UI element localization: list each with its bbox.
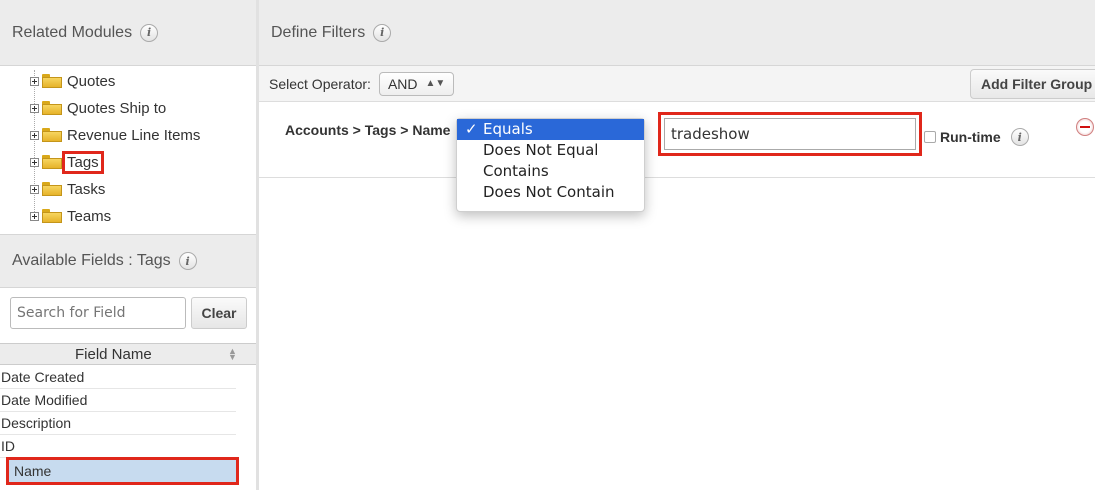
expand-icon[interactable] bbox=[30, 76, 39, 86]
tree-item-tags[interactable]: Tags bbox=[30, 150, 104, 174]
expand-icon[interactable] bbox=[30, 184, 39, 194]
add-filter-group-button[interactable]: Add Filter Group bbox=[970, 69, 1095, 99]
available-fields-header: Available Fields : Tags i bbox=[0, 234, 256, 288]
info-icon[interactable]: i bbox=[178, 252, 197, 270]
tree-item-label: Tasks bbox=[67, 180, 106, 198]
info-icon[interactable]: i bbox=[140, 23, 159, 42]
folder-icon bbox=[42, 182, 62, 196]
tree-item-revenue-line-items[interactable]: Revenue Line Items bbox=[30, 125, 200, 145]
field-row-name[interactable]: Name bbox=[6, 457, 239, 485]
runtime-checkbox[interactable] bbox=[924, 131, 936, 143]
clear-button[interactable]: Clear bbox=[191, 297, 247, 329]
expand-icon[interactable] bbox=[30, 103, 39, 113]
field-label: ID bbox=[1, 438, 15, 454]
define-filters-header: Define Filters i bbox=[259, 0, 1095, 66]
tree-item-quotes[interactable]: Quotes bbox=[30, 71, 115, 91]
field-search-input[interactable] bbox=[10, 297, 186, 329]
related-modules-header: Related Modules i bbox=[0, 0, 256, 66]
expand-icon[interactable] bbox=[30, 157, 39, 167]
select-arrows-icon: ▲▼ bbox=[425, 78, 446, 89]
filter-field-path: Accounts > Tags > Name bbox=[285, 122, 451, 138]
field-row-date-modified[interactable]: Date Modified bbox=[0, 389, 236, 412]
runtime-option: Run-time i bbox=[924, 128, 1029, 146]
operator-label: Select Operator: bbox=[269, 75, 371, 92]
menu-option-label: Contains bbox=[483, 162, 549, 180]
info-icon[interactable]: i bbox=[1010, 128, 1029, 146]
folder-icon bbox=[42, 101, 62, 115]
column-header-label: Field Name bbox=[75, 345, 152, 363]
filter-operator-menu: ✓ Equals Does Not Equal Contains Does No… bbox=[456, 118, 645, 212]
runtime-label: Run-time bbox=[940, 129, 1001, 145]
field-label: Date Created bbox=[1, 369, 85, 385]
define-filters-title: Define Filters bbox=[271, 23, 366, 41]
tree-item-label: Teams bbox=[67, 207, 112, 225]
folder-icon bbox=[42, 128, 62, 142]
tree-item-label: Quotes Ship to bbox=[67, 99, 167, 117]
related-modules-title: Related Modules bbox=[12, 23, 133, 41]
field-label: Name bbox=[14, 463, 52, 479]
expand-icon[interactable] bbox=[30, 130, 39, 140]
folder-icon bbox=[42, 155, 62, 169]
filter-row: Accounts > Tags > Name Run-time i bbox=[259, 102, 1095, 178]
folder-icon bbox=[42, 74, 62, 88]
operator-bar: Select Operator: AND ▲▼ Add Filter Group bbox=[259, 66, 1095, 102]
field-row-id[interactable]: ID bbox=[0, 435, 236, 458]
tree-item-label: Quotes bbox=[67, 72, 116, 90]
menu-option-label: Does Not Contain bbox=[483, 183, 615, 201]
info-icon[interactable]: i bbox=[373, 23, 392, 42]
operator-value: AND bbox=[387, 75, 418, 92]
folder-icon bbox=[42, 209, 62, 223]
tree-item-tasks[interactable]: Tasks bbox=[30, 179, 105, 199]
menu-option-does-not-equal[interactable]: Does Not Equal bbox=[457, 140, 644, 161]
sort-icon[interactable]: ▲ ▼ bbox=[228, 347, 237, 362]
field-label: Description bbox=[1, 415, 72, 431]
tree-item-label: Revenue Line Items bbox=[67, 126, 201, 144]
expand-icon[interactable] bbox=[30, 211, 39, 221]
available-fields-title: Available Fields : Tags bbox=[12, 252, 171, 269]
tree-item-quotes-ship-to[interactable]: Quotes Ship to bbox=[30, 98, 166, 118]
field-label: Date Modified bbox=[1, 392, 88, 408]
filter-value-input[interactable] bbox=[664, 118, 916, 150]
menu-option-label: Equals bbox=[483, 120, 533, 138]
field-name-column-header[interactable]: Field Name ▲ ▼ bbox=[0, 343, 256, 365]
menu-option-does-not-contain[interactable]: Does Not Contain bbox=[457, 182, 644, 203]
remove-filter-icon[interactable] bbox=[1076, 118, 1094, 136]
menu-option-label: Does Not Equal bbox=[483, 141, 599, 159]
define-filters-panel: Define Filters i Select Operator: AND ▲▼… bbox=[259, 0, 1095, 490]
check-icon: ✓ bbox=[465, 120, 478, 138]
left-panel: Related Modules i Quotes Quotes Ship to … bbox=[0, 0, 256, 490]
operator-select[interactable]: AND ▲▼ bbox=[378, 71, 455, 96]
field-row-description[interactable]: Description bbox=[0, 412, 236, 435]
field-row-date-created[interactable]: Date Created bbox=[0, 366, 236, 389]
related-modules-tree: Quotes Quotes Ship to Revenue Line Items… bbox=[0, 66, 256, 234]
tree-item-label-selected: Tags bbox=[62, 150, 104, 174]
field-search-row: Clear bbox=[10, 297, 248, 331]
tree-item-teams[interactable]: Teams bbox=[30, 206, 111, 226]
filter-value-highlight bbox=[658, 112, 922, 156]
menu-option-equals[interactable]: ✓ Equals bbox=[457, 119, 644, 140]
menu-option-contains[interactable]: Contains bbox=[457, 161, 644, 182]
